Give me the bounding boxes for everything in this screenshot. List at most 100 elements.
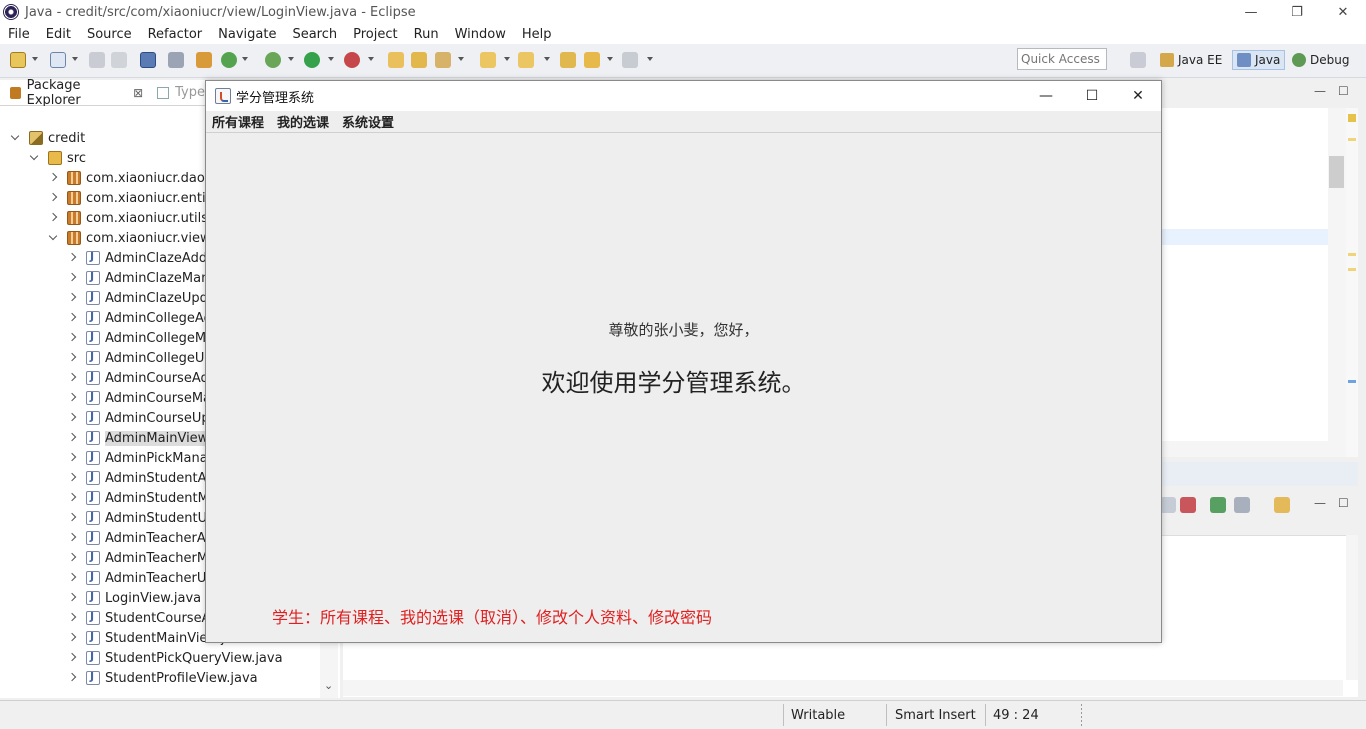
copy-icon[interactable] — [1160, 497, 1176, 513]
chevron-right-icon[interactable] — [50, 174, 58, 182]
external-tools-icon[interactable] — [344, 52, 360, 68]
chevron-down-icon[interactable] — [12, 134, 20, 142]
search-icon[interactable] — [435, 52, 451, 68]
tree-item[interactable]: com.xiaoniucr.view — [50, 228, 211, 248]
chevron-right-icon[interactable] — [69, 594, 77, 602]
eclipse-restore-button[interactable]: ❐ — [1274, 0, 1320, 24]
tree-item[interactable]: src — [31, 148, 86, 168]
occurrence-marker[interactable] — [1348, 380, 1356, 383]
back-icon[interactable] — [584, 52, 600, 68]
previous-annotation-icon[interactable] — [518, 52, 534, 68]
editor-scroll-thumb[interactable] — [1329, 156, 1344, 188]
forward-dropdown-icon[interactable] — [647, 57, 653, 61]
debug-icon[interactable] — [265, 52, 281, 68]
tree-item[interactable]: credit — [12, 128, 85, 148]
chevron-right-icon[interactable] — [69, 614, 77, 622]
perspective-java-ee[interactable]: Java EE — [1160, 50, 1222, 70]
annotation-marker[interactable] — [1348, 253, 1356, 256]
menu-file[interactable]: File — [0, 27, 38, 42]
chevron-right-icon[interactable] — [69, 514, 77, 522]
eclipse-minimize-button[interactable]: — — [1228, 0, 1274, 24]
menu-help[interactable]: Help — [514, 27, 560, 42]
chevron-right-icon[interactable] — [50, 214, 58, 222]
quick-access-input[interactable] — [1017, 48, 1107, 70]
tree-item[interactable]: LoginView.java — [69, 588, 201, 608]
chevron-down-icon[interactable] — [31, 154, 39, 162]
editor-minimize-icon[interactable]: — — [1314, 84, 1326, 98]
tree-item[interactable]: com.xiaoniucr.dao — [50, 168, 205, 188]
dialog-minimize-button[interactable]: — — [1023, 81, 1069, 111]
menu-navigate[interactable]: Navigate — [210, 27, 284, 42]
tree-item[interactable]: com.xiaoniucr.utils — [50, 208, 208, 228]
console-horizontal-scrollbar[interactable] — [343, 680, 1343, 696]
chevron-right-icon[interactable] — [69, 314, 77, 322]
last-edit-location-icon[interactable] — [560, 52, 576, 68]
refresh-icon[interactable] — [221, 52, 237, 68]
console-maximize-icon[interactable]: ☐ — [1338, 496, 1354, 512]
save-icon[interactable] — [89, 52, 105, 68]
chevron-right-icon[interactable] — [69, 494, 77, 502]
perspective-debug[interactable]: Debug — [1292, 50, 1349, 70]
console-icon[interactable] — [140, 52, 156, 68]
open-type-icon[interactable] — [388, 52, 404, 68]
code-editor[interactable] — [1162, 108, 1328, 441]
remove-launch-icon[interactable] — [1180, 497, 1196, 513]
forward-icon[interactable] — [622, 52, 638, 68]
new-dropdown-icon[interactable] — [32, 57, 38, 61]
previous-annotation-dropdown-icon[interactable] — [544, 57, 550, 61]
tree-item[interactable]: StudentProfileView.java — [69, 668, 258, 688]
new-icon[interactable] — [10, 52, 26, 68]
menu-system-settings[interactable]: 系统设置 — [336, 112, 401, 131]
menu-window[interactable]: Window — [447, 27, 514, 42]
warning-marker[interactable] — [1348, 114, 1356, 122]
console-vertical-scrollbar[interactable] — [1346, 535, 1358, 680]
chevron-right-icon[interactable] — [69, 474, 77, 482]
dialog-maximize-button[interactable]: ☐ — [1069, 81, 1115, 111]
chevron-right-icon[interactable] — [69, 394, 77, 402]
chevron-right-icon[interactable] — [69, 454, 77, 462]
chevron-down-icon[interactable] — [50, 234, 58, 242]
menu-edit[interactable]: Edit — [38, 27, 79, 42]
chevron-right-icon[interactable] — [69, 334, 77, 342]
scroll-down-icon[interactable]: ⌄ — [324, 679, 333, 692]
refresh-dropdown-icon[interactable] — [242, 57, 248, 61]
back-dropdown-icon[interactable] — [607, 57, 613, 61]
editor-maximize-icon[interactable]: ☐ — [1338, 84, 1349, 98]
pin-console-icon[interactable] — [1210, 497, 1226, 513]
chevron-right-icon[interactable] — [69, 574, 77, 582]
new-project-dropdown-icon[interactable] — [72, 57, 78, 61]
package-icon[interactable] — [196, 52, 212, 68]
chevron-right-icon[interactable] — [69, 294, 77, 302]
menu-my-courses[interactable]: 我的选课 — [271, 112, 336, 131]
tree-item[interactable]: com.xiaoniucr.entity — [50, 188, 218, 208]
search-dropdown-icon[interactable] — [458, 57, 464, 61]
open-perspective-icon[interactable] — [1130, 52, 1146, 68]
external-tools-dropdown-icon[interactable] — [368, 57, 374, 61]
status-grip[interactable] — [1081, 704, 1082, 726]
tree-item[interactable]: StudentPickQueryView.java — [69, 648, 283, 668]
chevron-right-icon[interactable] — [69, 534, 77, 542]
perspective-java[interactable]: Java — [1232, 50, 1286, 70]
menu-run[interactable]: Run — [406, 27, 447, 42]
console-minimize-icon[interactable]: — — [1314, 496, 1330, 512]
menu-project[interactable]: Project — [345, 27, 405, 42]
chevron-right-icon[interactable] — [69, 354, 77, 362]
skip-breakpoints-icon[interactable] — [168, 52, 184, 68]
debug-dropdown-icon[interactable] — [288, 57, 294, 61]
close-icon[interactable]: ⊠ — [133, 86, 143, 100]
dialog-close-button[interactable]: ✕ — [1115, 81, 1161, 111]
save-all-icon[interactable] — [111, 52, 127, 68]
tab-type-hierarchy[interactable]: Type — [157, 85, 205, 100]
chevron-right-icon[interactable] — [69, 434, 77, 442]
open-console-icon[interactable] — [1274, 497, 1290, 513]
chevron-right-icon[interactable] — [50, 194, 58, 202]
editor-horizontal-scrollbar[interactable] — [1162, 441, 1346, 457]
chevron-right-icon[interactable] — [69, 414, 77, 422]
next-annotation-icon[interactable] — [480, 52, 496, 68]
chevron-right-icon[interactable] — [69, 674, 77, 682]
chevron-right-icon[interactable] — [69, 634, 77, 642]
eclipse-close-button[interactable]: ✕ — [1320, 0, 1366, 24]
annotation-marker[interactable] — [1348, 268, 1356, 271]
chevron-right-icon[interactable] — [69, 554, 77, 562]
chevron-right-icon[interactable] — [69, 654, 77, 662]
